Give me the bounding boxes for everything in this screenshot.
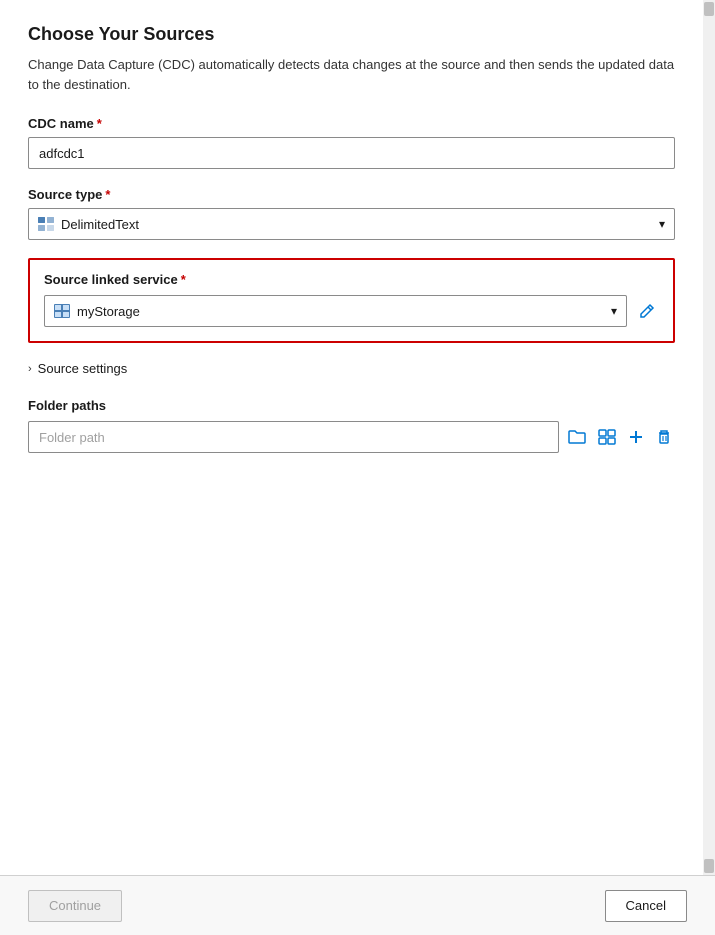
- linked-service-select[interactable]: myStorage otherStorage: [44, 295, 627, 327]
- schema-button[interactable]: [595, 426, 619, 448]
- page-title: Choose Your Sources: [28, 24, 675, 45]
- add-folder-path-button[interactable]: [625, 426, 647, 448]
- delete-folder-path-button[interactable]: [653, 426, 675, 448]
- delimited-text-icon: [38, 217, 54, 231]
- source-linked-service-label: Source linked service *: [44, 272, 659, 287]
- cancel-button[interactable]: Cancel: [605, 890, 687, 922]
- edit-linked-service-button[interactable]: [635, 301, 659, 321]
- cdc-name-input[interactable]: [28, 137, 675, 169]
- folder-path-row: [28, 421, 675, 453]
- folder-paths-label: Folder paths: [28, 398, 675, 413]
- browse-folder-button[interactable]: [565, 426, 589, 448]
- source-linked-service-container: Source linked service *: [28, 258, 675, 343]
- source-settings-label: Source settings: [38, 361, 128, 376]
- dialog-container: Choose Your Sources Change Data Capture …: [0, 0, 715, 935]
- linked-service-row: myStorage otherStorage ▾: [44, 295, 659, 327]
- source-type-group: Source type * DelimitedText CSV JSON: [28, 187, 675, 240]
- cdc-name-group: CDC name *: [28, 116, 675, 169]
- continue-button[interactable]: Continue: [28, 890, 122, 922]
- required-star-source-type: *: [105, 187, 110, 202]
- scrollbar-thumb-top[interactable]: [704, 2, 714, 16]
- required-star-linked-service: *: [181, 272, 186, 287]
- storage-icon: [54, 304, 70, 318]
- source-settings-chevron-icon: ›: [28, 363, 32, 375]
- page-description: Change Data Capture (CDC) automatically …: [28, 55, 675, 94]
- required-star-cdc: *: [97, 116, 102, 131]
- folder-paths-group: Folder paths: [28, 398, 675, 453]
- linked-service-select-wrapper: myStorage otherStorage ▾: [44, 295, 627, 327]
- main-content: Choose Your Sources Change Data Capture …: [0, 0, 703, 875]
- source-type-select-wrapper: DelimitedText CSV JSON Parquet ▾: [28, 208, 675, 240]
- source-settings-row[interactable]: › Source settings: [28, 361, 675, 376]
- scrollbar[interactable]: [703, 0, 715, 875]
- scrollbar-track: [704, 16, 714, 859]
- source-type-label: Source type *: [28, 187, 675, 202]
- cdc-name-label: CDC name *: [28, 116, 675, 131]
- bottom-bar: Continue Cancel: [0, 875, 715, 935]
- source-type-select[interactable]: DelimitedText CSV JSON Parquet: [28, 208, 675, 240]
- folder-path-input[interactable]: [28, 421, 559, 453]
- scrollbar-thumb-bottom[interactable]: [704, 859, 714, 873]
